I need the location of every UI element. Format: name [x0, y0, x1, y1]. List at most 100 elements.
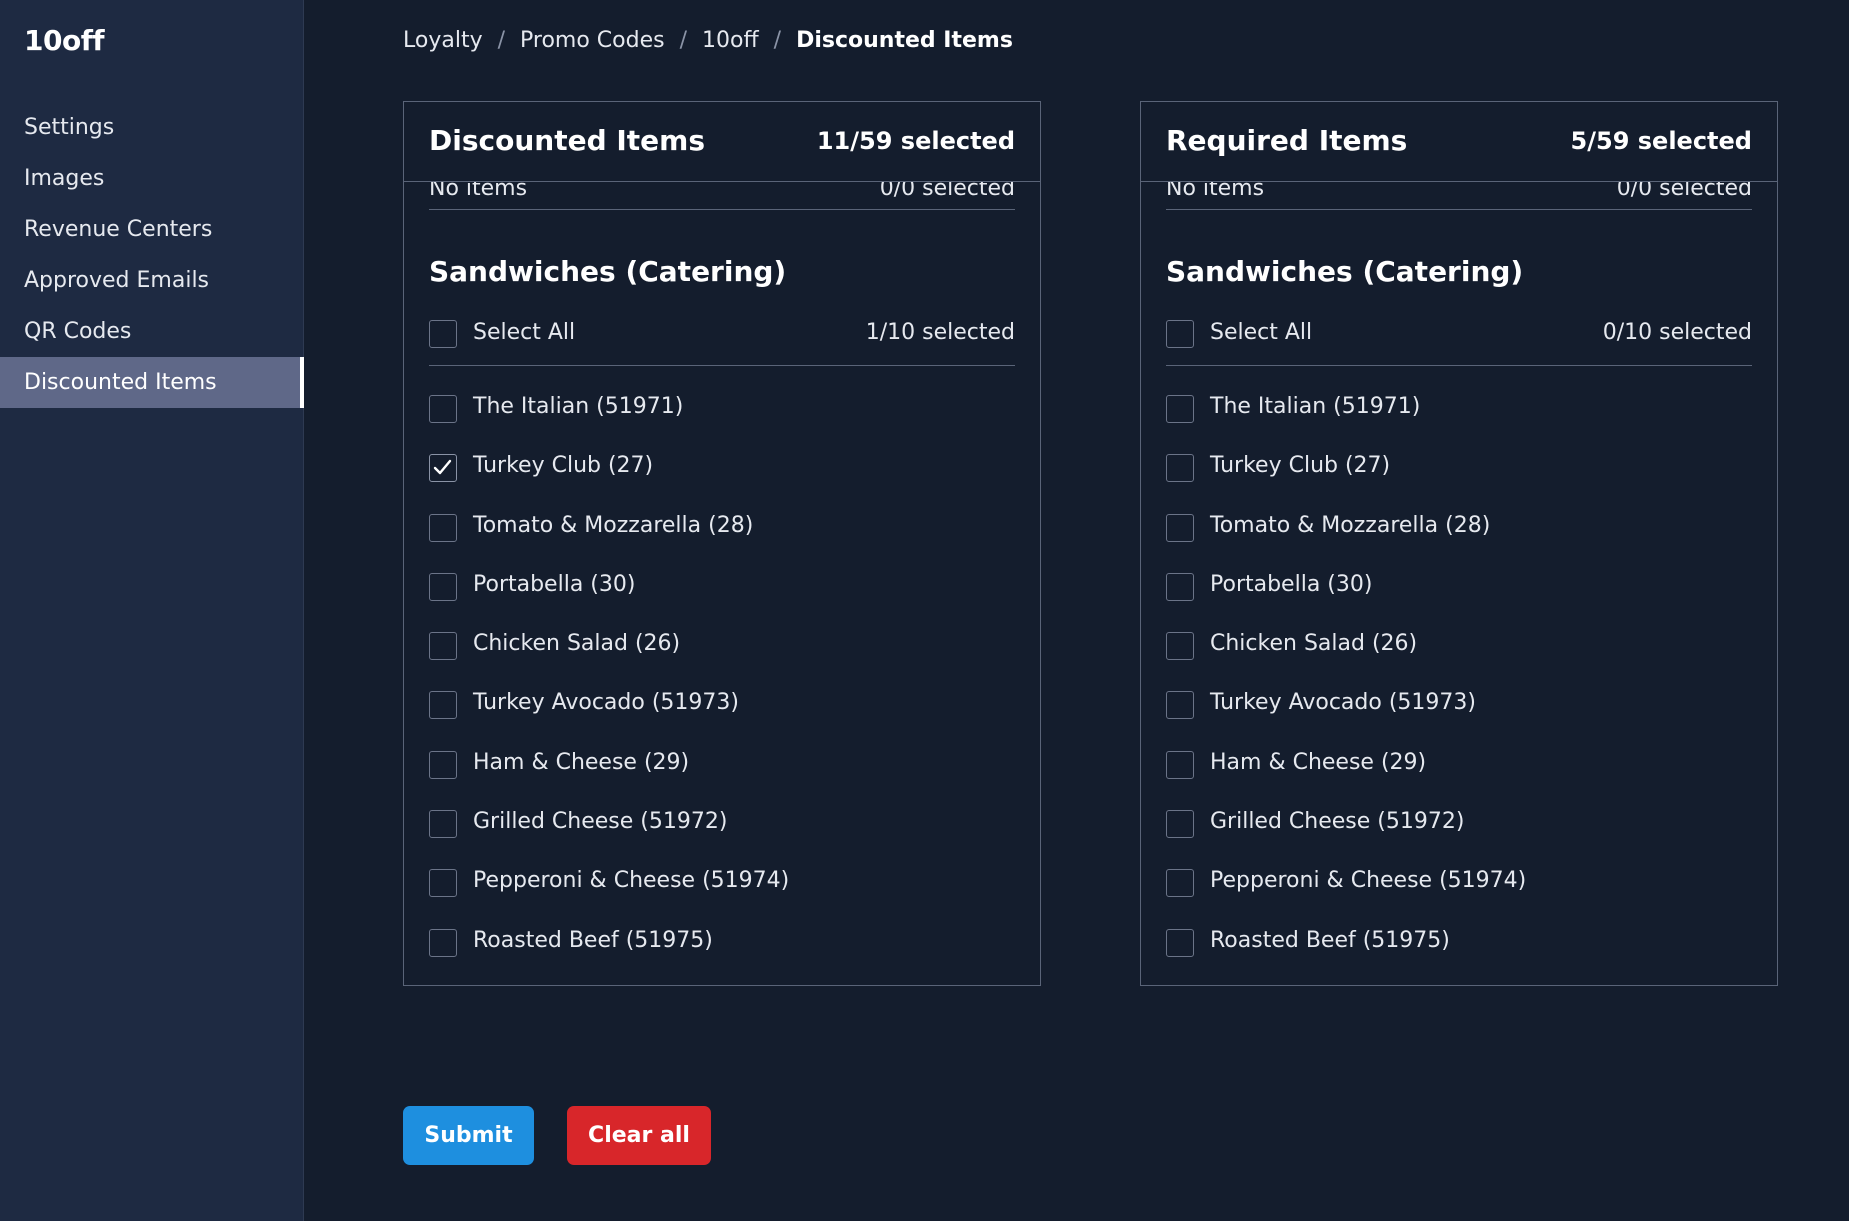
item-row[interactable]: Chicken Salad (26) — [429, 629, 1015, 688]
select-all-label[interactable]: Select All — [1210, 320, 1312, 345]
item-row[interactable]: Pepperoni & Cheese (51974) — [1166, 866, 1752, 925]
item-label[interactable]: Roasted Beef (51975) — [473, 928, 713, 953]
panel-title: Discounted Items — [429, 124, 706, 157]
breadcrumb-separator: / — [773, 28, 782, 53]
item-row[interactable]: Portabella (30) — [1166, 570, 1752, 629]
item-row[interactable]: Roasted Beef (51975) — [1166, 926, 1752, 985]
item-row[interactable]: Roasted Beef (51975) — [429, 926, 1015, 985]
sidebar-item-approved-emails[interactable]: Approved Emails — [0, 255, 304, 306]
breadcrumb-separator: / — [497, 28, 506, 53]
item-label[interactable]: Turkey Avocado (51973) — [473, 690, 739, 715]
sidebar: 10off Settings Images Revenue Centers Ap… — [0, 0, 304, 1221]
item-label[interactable]: Portabella (30) — [1210, 572, 1372, 597]
sidebar-item-qr-codes[interactable]: QR Codes — [0, 306, 304, 357]
item-label[interactable]: Portabella (30) — [473, 572, 635, 597]
item-checkbox[interactable] — [429, 691, 457, 720]
item-label[interactable]: Pepperoni & Cheese (51974) — [1210, 868, 1526, 893]
panel-selected-count: 5/59 selected — [1570, 127, 1752, 155]
breadcrumb-current: Discounted Items — [796, 28, 1013, 53]
select-all-checkbox[interactable] — [1166, 320, 1194, 348]
item-label[interactable]: Chicken Salad (26) — [1210, 631, 1417, 656]
breadcrumb-10off[interactable]: 10off — [702, 28, 759, 53]
item-checkbox[interactable] — [1166, 810, 1194, 839]
app-title: 10off — [24, 24, 105, 57]
item-row[interactable]: Portabella (30) — [429, 570, 1015, 629]
item-label[interactable]: Grilled Cheese (51972) — [473, 809, 727, 834]
panel-header: Discounted Items 11/59 selected — [404, 102, 1040, 182]
checkmark-icon — [433, 460, 452, 475]
discounted-items-panel: Discounted Items 11/59 selected No items… — [403, 101, 1041, 986]
item-checkbox-checked[interactable] — [429, 454, 457, 483]
item-label[interactable]: Ham & Cheese (29) — [1210, 750, 1426, 775]
item-row[interactable]: Turkey Club (27) — [429, 451, 1015, 510]
item-row[interactable]: Turkey Avocado (51973) — [1166, 688, 1752, 747]
breadcrumb: Loyalty / Promo Codes / 10off / Discounted Ite… — [403, 28, 1013, 53]
category-selected-count: 1/10 selected — [865, 320, 1015, 345]
submit-button[interactable]: Submit — [403, 1106, 534, 1165]
item-row[interactable]: Grilled Cheese (51972) — [429, 807, 1015, 866]
item-checkbox[interactable] — [429, 395, 457, 423]
item-label[interactable]: Pepperoni & Cheese (51974) — [473, 868, 789, 893]
item-label[interactable]: Chicken Salad (26) — [473, 631, 680, 656]
sidebar-item-images[interactable]: Images — [0, 153, 304, 204]
item-checkbox[interactable] — [429, 928, 457, 957]
item-label[interactable]: The Italian (51971) — [473, 394, 683, 419]
select-all-row: Select All 1/10 selected — [429, 306, 1015, 366]
item-checkbox[interactable] — [429, 572, 457, 601]
sidebar-item-discounted-items[interactable]: Discounted Items — [0, 357, 304, 408]
item-row[interactable]: Turkey Club (27) — [1166, 451, 1752, 510]
item-checkbox[interactable] — [429, 632, 457, 661]
sidebar-item-settings[interactable]: Settings — [0, 102, 304, 153]
item-row[interactable]: Tomato & Mozzarella (28) — [1166, 511, 1752, 570]
item-checkbox[interactable] — [429, 750, 457, 779]
breadcrumb-promo-codes[interactable]: Promo Codes — [520, 28, 665, 53]
clear-all-button[interactable]: Clear all — [567, 1106, 711, 1165]
item-checkbox[interactable] — [429, 869, 457, 898]
item-label[interactable]: Grilled Cheese (51972) — [1210, 809, 1464, 834]
item-checkbox[interactable] — [1166, 928, 1194, 957]
breadcrumb-separator: / — [679, 28, 688, 53]
item-checkbox[interactable] — [429, 810, 457, 839]
item-checkbox[interactable] — [1166, 572, 1194, 601]
item-checkbox[interactable] — [1166, 632, 1194, 661]
item-list: The Italian (51971) Turkey Club (27) Tomat… — [1166, 392, 1752, 985]
item-checkbox[interactable] — [1166, 513, 1194, 542]
panel-header: Required Items 5/59 selected — [1141, 102, 1777, 182]
main-content: Loyalty / Promo Codes / 10off / Discounted Ite… — [304, 0, 1849, 1221]
item-checkbox[interactable] — [1166, 750, 1194, 779]
required-items-panel: Required Items 5/59 selected No items 0/… — [1140, 101, 1778, 986]
item-checkbox[interactable] — [1166, 869, 1194, 898]
item-row[interactable]: Chicken Salad (26) — [1166, 629, 1752, 688]
category-title: Sandwiches (Catering) — [429, 255, 787, 288]
item-checkbox[interactable] — [1166, 691, 1194, 720]
item-label[interactable]: Turkey Club (27) — [1210, 453, 1390, 478]
item-label[interactable]: The Italian (51971) — [1210, 394, 1420, 419]
breadcrumb-loyalty[interactable]: Loyalty — [403, 28, 483, 53]
item-list: The Italian (51971) Turkey Club (27) Tomat… — [429, 392, 1015, 985]
item-label[interactable]: Turkey Club (27) — [473, 453, 653, 478]
item-label[interactable]: Tomato & Mozzarella (28) — [1210, 513, 1490, 538]
item-checkbox[interactable] — [429, 513, 457, 542]
select-all-checkbox[interactable] — [429, 320, 457, 348]
sidebar-item-revenue-centers[interactable]: Revenue Centers — [0, 204, 304, 255]
panel-title: Required Items — [1166, 124, 1408, 157]
select-all-label[interactable]: Select All — [473, 320, 575, 345]
item-checkbox[interactable] — [1166, 454, 1194, 483]
item-row[interactable]: Ham & Cheese (29) — [1166, 748, 1752, 807]
item-label[interactable]: Roasted Beef (51975) — [1210, 928, 1450, 953]
item-label[interactable]: Ham & Cheese (29) — [473, 750, 689, 775]
item-row[interactable]: Tomato & Mozzarella (28) — [429, 511, 1015, 570]
item-label[interactable]: Turkey Avocado (51973) — [1210, 690, 1476, 715]
item-row[interactable]: The Italian (51971) — [429, 392, 1015, 451]
category-selected-count: 0/10 selected — [1602, 320, 1752, 345]
item-row[interactable]: Pepperoni & Cheese (51974) — [429, 866, 1015, 925]
item-row[interactable]: The Italian (51971) — [1166, 392, 1752, 451]
item-row[interactable]: Grilled Cheese (51972) — [1166, 807, 1752, 866]
item-checkbox[interactable] — [1166, 395, 1194, 423]
item-row[interactable]: Turkey Avocado (51973) — [429, 688, 1015, 747]
select-all-row: Select All 0/10 selected — [1166, 306, 1752, 366]
item-label[interactable]: Tomato & Mozzarella (28) — [473, 513, 753, 538]
panel-selected-count: 11/59 selected — [816, 127, 1015, 155]
item-row[interactable]: Ham & Cheese (29) — [429, 748, 1015, 807]
category-title: Sandwiches (Catering) — [1166, 255, 1524, 288]
